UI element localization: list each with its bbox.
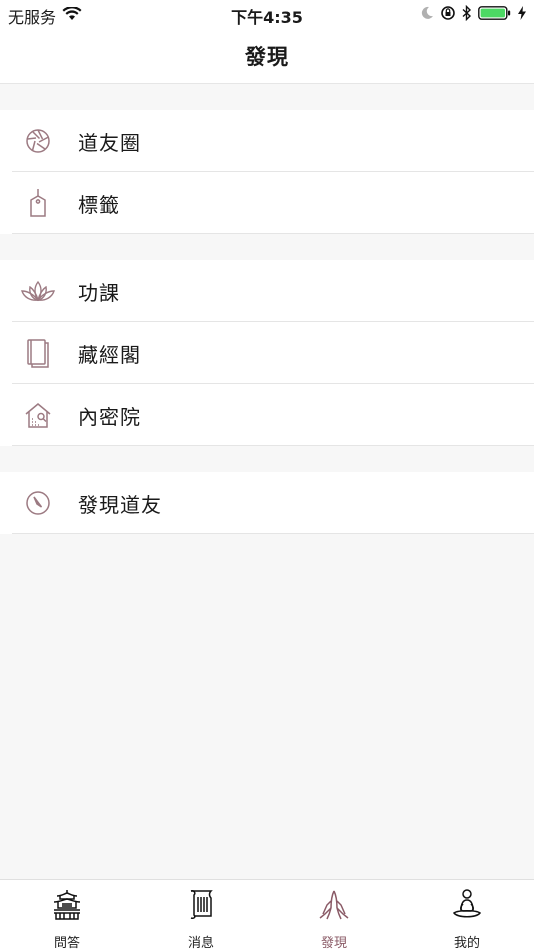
tab-discover[interactable]: 發現 [267,880,401,951]
menu-item-label: 標籤 [78,193,120,217]
page-title: 發現 [245,45,289,69]
tab-label: 問答 [53,936,80,951]
menu-item-inner-court[interactable]: 內密院 [12,384,534,446]
temple-house-icon [22,399,54,431]
battery-icon [478,6,511,20]
tab-label: 消息 [187,936,214,951]
status-bar: 无服务 下午4:35 [0,0,534,28]
tab-label: 我的 [453,936,480,951]
bluetooth-icon [462,5,472,21]
compass-icon [22,487,54,519]
menu-group-discover: 發現道友 [0,472,534,534]
meditation-icon [452,888,482,924]
pagoda-icon [51,888,83,926]
tag-icon [22,187,54,219]
menu-item-homework[interactable]: 功課 [12,260,534,322]
lotus-icon [18,275,58,307]
praying-hands-icon [318,888,350,926]
menu-item-label: 發現道友 [78,493,162,517]
tab-messages[interactable]: 消息 [134,880,268,951]
menu-group-social: 道友圈 標籤 [0,110,534,234]
menu-item-tags[interactable]: 標籤 [12,172,534,234]
tab-bar: 問答 消息 發現 我的 [0,879,534,951]
menu-group-practice: 功課 藏經閣 內密院 [0,260,534,446]
tab-mine[interactable]: 我的 [400,880,534,951]
menu-item-label: 功課 [78,281,120,305]
tab-label: 發現 [320,936,347,951]
menu-item-friends-circle[interactable]: 道友圈 [12,110,534,172]
menu-item-scripture-library[interactable]: 藏經閣 [12,322,534,384]
menu-item-label: 內密院 [78,405,141,429]
book-icon [22,337,54,369]
status-right-icons [420,5,526,21]
tab-qa[interactable]: 問答 [0,880,134,951]
navigation-bar: 發現 [0,28,534,84]
moon-icon [421,6,433,19]
charging-bolt-icon [518,6,526,20]
rotation-lock-icon [441,6,455,20]
aperture-icon [22,125,54,157]
menu-item-discover-friends[interactable]: 發現道友 [12,472,534,534]
menu-item-label: 道友圈 [78,131,141,155]
scroll-icon [186,888,216,924]
menu-item-label: 藏經閣 [78,343,141,367]
